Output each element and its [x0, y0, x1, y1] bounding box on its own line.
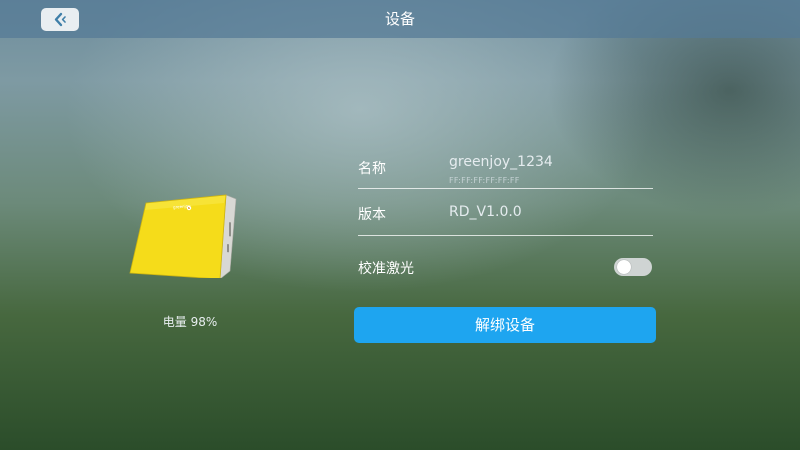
- name-label: 名称: [358, 161, 386, 177]
- name-row: 名称 greenjoy_1234 FF:FF:FF:FF:FF:FF: [358, 150, 653, 196]
- calibrate-row: 校准激光: [358, 250, 653, 296]
- version-label: 版本: [358, 207, 386, 223]
- battery-level: 电量 98%: [162, 315, 218, 329]
- device-image: greenjoy: [126, 193, 246, 280]
- top-bar: 设备: [0, 0, 800, 38]
- device-name-value: greenjoy_1234: [449, 154, 553, 170]
- calibrate-label: 校准激光: [358, 261, 414, 277]
- page-title: 设备: [384, 10, 415, 28]
- unbind-device-button[interactable]: 解绑设备: [354, 307, 656, 343]
- calibrate-laser-toggle[interactable]: [614, 258, 652, 276]
- mac-address: FF:FF:FF:FF:FF:FF: [449, 176, 520, 185]
- divider: [358, 188, 653, 189]
- version-row: 版本 RD_V1.0.0: [358, 198, 653, 244]
- divider: [358, 235, 653, 236]
- version-value: RD_V1.0.0: [449, 204, 522, 220]
- toggle-knob: [617, 260, 631, 274]
